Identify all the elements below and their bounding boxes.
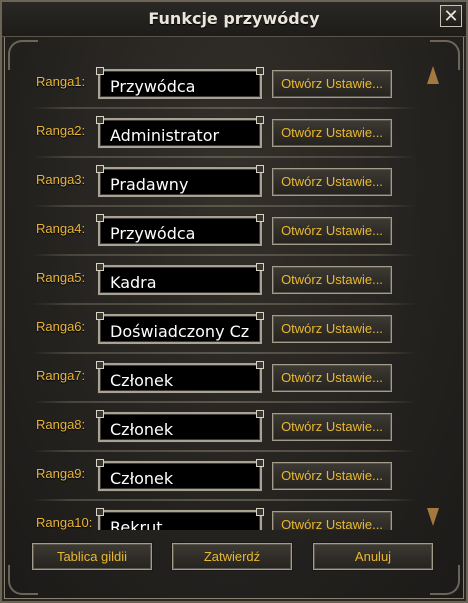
rank-name-value: Członek [110, 469, 174, 488]
title-bar[interactable]: Funkcje przywódcy ✕ [2, 2, 466, 37]
rank-label: Ranga2: [36, 123, 86, 138]
open-settings-button[interactable]: Otwórz Ustawie... [272, 266, 392, 294]
rank-row: Ranga9: Członek Otwórz Ustawie... [32, 452, 416, 501]
guild-board-button[interactable]: Tablica gildii [32, 543, 152, 570]
rank-name-input[interactable]: Kadra [96, 263, 264, 295]
rank-name-value: Rekrut [110, 518, 163, 530]
scroll-up-arrow-icon[interactable] [427, 66, 439, 84]
rank-row: Ranga10: Rekrut Otwórz Ustawie... [32, 501, 416, 530]
rank-name-value: Doświadczony Cz [110, 322, 250, 341]
scrollbar[interactable] [425, 64, 441, 528]
open-settings-button[interactable]: Otwórz Ustawie... [272, 168, 392, 196]
rank-label: Ranga9: [36, 466, 86, 481]
rank-name-input[interactable]: Przywódca [96, 214, 264, 246]
open-settings-button[interactable]: Otwórz Ustawie... [272, 119, 392, 147]
rank-name-input[interactable]: Członek [96, 459, 264, 491]
rank-label: Ranga4: [36, 221, 86, 236]
rank-label: Ranga7: [36, 368, 86, 383]
rank-name-input[interactable]: Rekrut [96, 508, 264, 530]
rank-row: Ranga5: Kadra Otwórz Ustawie... [32, 256, 416, 305]
rank-name-input[interactable]: Pradawny [96, 165, 264, 197]
close-icon: ✕ [443, 6, 459, 26]
rank-row: Ranga2: Administrator Otwórz Ustawie... [32, 109, 416, 158]
open-settings-button[interactable]: Otwórz Ustawie... [272, 315, 392, 343]
open-settings-button[interactable]: Otwórz Ustawie... [272, 413, 392, 441]
open-settings-button[interactable]: Otwórz Ustawie... [272, 511, 392, 530]
rank-row: Ranga8: Członek Otwórz Ustawie... [32, 403, 416, 452]
rank-row: Ranga3: Pradawny Otwórz Ustawie... [32, 158, 416, 207]
rank-name-input[interactable]: Członek [96, 361, 264, 393]
rank-row: Ranga6: Doświadczony Cz Otwórz Ustawie..… [32, 305, 416, 354]
open-settings-button[interactable]: Otwórz Ustawie... [272, 217, 392, 245]
scroll-down-arrow-icon[interactable] [427, 508, 439, 526]
leader-functions-window: Funkcje przywódcy ✕ Ranga1: Przywódca Ot… [0, 0, 468, 603]
rank-name-input[interactable]: Doświadczony Cz [96, 312, 264, 344]
apply-button[interactable]: Zatwierdź [172, 543, 292, 570]
rank-label: Ranga3: [36, 172, 86, 187]
rank-name-value: Członek [110, 371, 174, 390]
cancel-button[interactable]: Anuluj [313, 543, 433, 570]
rank-name-value: Kadra [110, 273, 157, 292]
rank-label: Ranga8: [36, 417, 86, 432]
open-settings-button[interactable]: Otwórz Ustawie... [272, 70, 392, 98]
rank-name-value: Przywódca [110, 77, 196, 96]
open-settings-button[interactable]: Otwórz Ustawie... [272, 462, 392, 490]
rank-label: Ranga1: [36, 74, 86, 89]
rank-name-value: Pradawny [110, 175, 189, 194]
rank-name-input[interactable]: Przywódca [96, 67, 264, 99]
close-button[interactable]: ✕ [440, 5, 462, 27]
rank-label: Ranga5: [36, 270, 86, 285]
rank-name-value: Administrator [110, 126, 220, 145]
rank-row: Ranga4: Przywódca Otwórz Ustawie... [32, 207, 416, 256]
rank-name-input[interactable]: Administrator [96, 116, 264, 148]
rank-name-value: Przywódca [110, 224, 196, 243]
rank-label: Ranga6: [36, 319, 86, 334]
rank-name-value: Członek [110, 420, 174, 439]
corner-ornament [430, 565, 460, 595]
rank-label: Ranga10: [36, 515, 93, 530]
window-title: Funkcje przywódcy [148, 9, 320, 28]
rank-list: Ranga1: Przywódca Otwórz Ustawie... Rang… [32, 60, 416, 530]
rank-row: Ranga7: Członek Otwórz Ustawie... [32, 354, 416, 403]
rank-row: Ranga1: Przywódca Otwórz Ustawie... [32, 60, 416, 109]
rank-name-input[interactable]: Członek [96, 410, 264, 442]
open-settings-button[interactable]: Otwórz Ustawie... [272, 364, 392, 392]
